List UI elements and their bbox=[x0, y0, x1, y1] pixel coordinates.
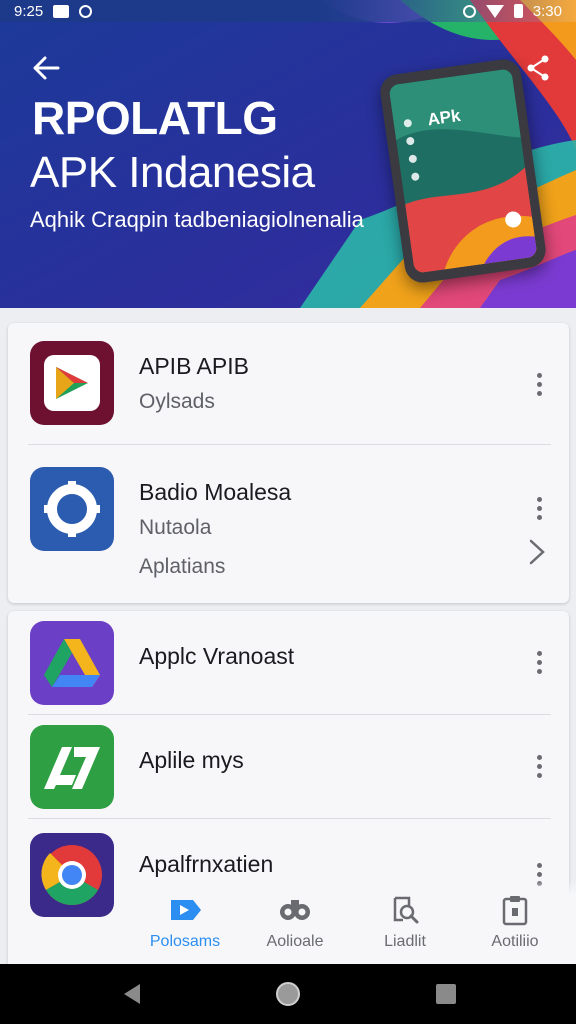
search-doc-icon bbox=[393, 896, 419, 924]
more-options-icon[interactable] bbox=[527, 493, 551, 523]
tab-liadlit[interactable]: Liadlit bbox=[350, 880, 460, 964]
tab-polosams[interactable]: Polosams bbox=[130, 880, 240, 964]
hero-banner: RPOLATLG APK Indanesia Aqhik Craqpin tad… bbox=[0, 0, 576, 308]
list-item[interactable]: Badio Moalesa Nutaola Aplatians bbox=[8, 445, 569, 603]
status-right-text: 3:30 bbox=[532, 2, 562, 20]
list-item[interactable]: APIB APIB Oylsads bbox=[8, 323, 569, 445]
nav-back-icon[interactable] bbox=[118, 980, 146, 1008]
video-tag-icon bbox=[171, 900, 201, 920]
binoculars-icon bbox=[280, 900, 310, 920]
list-item[interactable]: Applc Vranoast bbox=[8, 611, 569, 715]
tab-label: Liadlit bbox=[384, 933, 426, 950]
app-name: Aplile mys bbox=[139, 747, 244, 773]
app-name: Applc Vranoast bbox=[139, 643, 295, 669]
play-store-icon bbox=[30, 341, 114, 425]
list-item[interactable]: Aplile mys bbox=[8, 715, 569, 819]
more-options-icon[interactable] bbox=[527, 751, 551, 781]
nav-home-icon[interactable] bbox=[274, 980, 302, 1008]
app-name: APIB APIB bbox=[139, 353, 249, 379]
chevron-right-icon[interactable] bbox=[525, 537, 549, 567]
tab-aolioale[interactable]: Aolioale bbox=[240, 880, 350, 964]
chrome-icon bbox=[30, 833, 114, 917]
bluetooth-icon bbox=[462, 4, 476, 18]
status-time: 9:25 bbox=[14, 2, 44, 20]
phone-screen-art bbox=[388, 68, 538, 274]
tab-aotiliio[interactable]: Aotiliio bbox=[460, 880, 570, 964]
apps-card-primary: APIB APIB Oylsads Badio Moalesa Nutaola … bbox=[8, 323, 569, 603]
battery-icon bbox=[513, 4, 523, 18]
drive-icon bbox=[30, 621, 114, 705]
system-nav-bar bbox=[0, 964, 576, 1024]
tab-label: Aolioale bbox=[266, 933, 324, 950]
nav-recents-icon[interactable] bbox=[432, 980, 460, 1008]
share-button[interactable] bbox=[522, 52, 554, 84]
back-arrow-icon bbox=[33, 56, 60, 80]
share-icon bbox=[527, 55, 549, 81]
more-options-icon[interactable] bbox=[527, 369, 551, 399]
status-bar: 9:25 3:30 bbox=[0, 0, 576, 22]
app-name: Apalfrnxatien bbox=[139, 851, 274, 877]
tab-label: Polosams bbox=[149, 933, 221, 950]
back-button[interactable] bbox=[28, 50, 64, 86]
notification-icon bbox=[53, 4, 70, 18]
app-a-icon bbox=[30, 725, 114, 809]
app-name: Badio Moalesa bbox=[139, 479, 292, 505]
app-category: Aplatians bbox=[139, 555, 226, 578]
gear-icon bbox=[30, 467, 114, 551]
clipboard-icon bbox=[502, 896, 528, 926]
wifi-icon bbox=[485, 4, 504, 18]
hero-subtitle: Aqhik Craqpin tadbeniagiolnenalia bbox=[30, 207, 364, 232]
app-subtitle: Nutaola bbox=[139, 516, 212, 539]
hero-title: RPOLATLG bbox=[32, 92, 278, 144]
tab-label: Aotiliio bbox=[491, 933, 539, 950]
hero-title-second-line: APK Indanesia bbox=[30, 148, 315, 197]
sync-icon bbox=[79, 4, 93, 18]
more-options-icon[interactable] bbox=[527, 647, 551, 677]
bottom-tab-bar: Polosams Aolioale Liadlit Aotiliio bbox=[120, 880, 576, 964]
phone-illustration: APk bbox=[378, 57, 548, 285]
app-subtitle: Oylsads bbox=[139, 390, 215, 413]
